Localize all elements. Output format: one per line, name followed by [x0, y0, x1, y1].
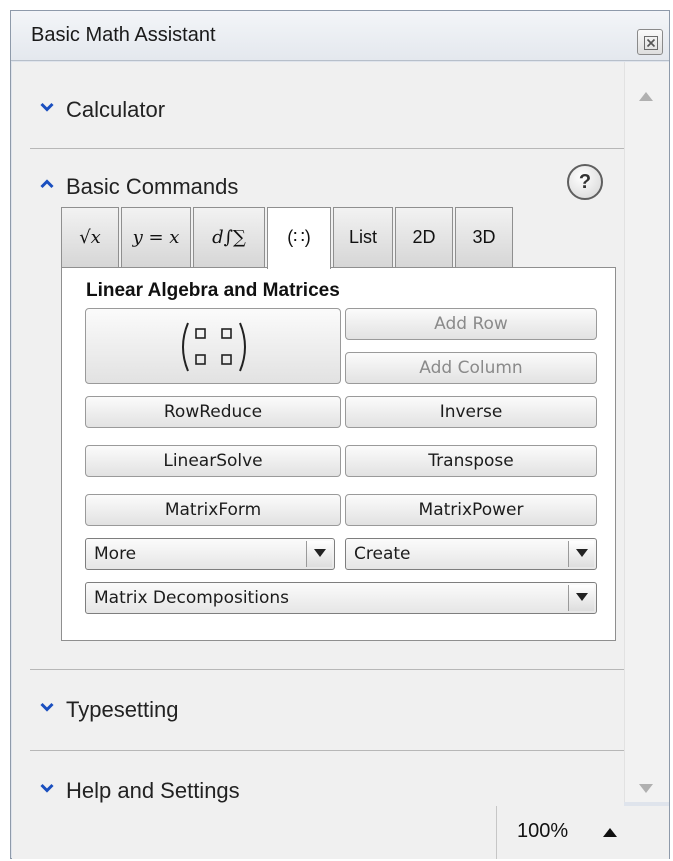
divider — [30, 148, 624, 149]
close-button[interactable] — [637, 29, 663, 55]
matrix-decompositions-arrow[interactable] — [568, 585, 594, 611]
zoom-menu-icon[interactable] — [603, 828, 617, 837]
tab-sqrt[interactable]: √x — [61, 207, 119, 267]
tab-matrices[interactable]: (∷) — [267, 207, 331, 269]
section-help-settings[interactable]: Help and Settings — [12, 770, 624, 810]
window-title: Basic Math Assistant — [31, 24, 216, 46]
triangle-down-icon — [576, 593, 588, 601]
triangle-down-icon — [576, 549, 588, 557]
matrix-form-button[interactable]: MatrixForm — [85, 494, 341, 526]
transpose-button[interactable]: Transpose — [345, 445, 597, 477]
more-dropdown-label: More — [94, 544, 137, 564]
chevron-down-icon — [40, 783, 54, 793]
create-dropdown[interactable]: Create — [345, 538, 597, 570]
add-row-button[interactable]: Add Row — [345, 308, 597, 340]
add-column-button[interactable]: Add Column — [345, 352, 597, 384]
more-dropdown-arrow[interactable] — [306, 541, 332, 567]
basic-math-assistant-window: Basic Math Assistant Calculator Basic Co… — [10, 10, 670, 859]
section-basic-commands-label: Basic Commands — [66, 174, 239, 199]
matrix-decompositions-dropdown[interactable]: Matrix Decompositions — [85, 582, 597, 614]
tab-3d[interactable]: 3D — [455, 207, 513, 267]
tab-equation[interactable]: y = x — [121, 207, 191, 267]
section-help-settings-label: Help and Settings — [66, 778, 240, 803]
section-basic-commands[interactable]: Basic Commands — [12, 166, 624, 206]
inverse-button[interactable]: Inverse — [345, 396, 597, 428]
zoom-level: 100% — [517, 820, 569, 842]
content-title: Linear Algebra and Matrices — [86, 280, 340, 301]
tab-calculus[interactable]: d∫∑ — [193, 207, 265, 267]
create-dropdown-arrow[interactable] — [568, 541, 594, 567]
chevron-down-icon — [40, 102, 54, 112]
vertical-scrollbar[interactable] — [624, 62, 669, 802]
divider — [30, 750, 624, 751]
linear-solve-button[interactable]: LinearSolve — [85, 445, 341, 477]
zoom-control[interactable]: 100% — [496, 806, 669, 859]
more-dropdown[interactable]: More — [85, 538, 335, 570]
divider — [30, 669, 624, 670]
scroll-up-icon[interactable] — [639, 92, 653, 101]
matrix-decompositions-label: Matrix Decompositions — [94, 588, 289, 608]
create-dropdown-label: Create — [354, 544, 411, 564]
matrices-tab-content: Linear Algebra and Matrices Add Row Add … — [61, 267, 616, 641]
row-reduce-button[interactable]: RowReduce — [85, 396, 341, 428]
section-typesetting-label: Typesetting — [66, 697, 179, 722]
matrix-power-button[interactable]: MatrixPower — [345, 494, 597, 526]
section-typesetting[interactable]: Typesetting — [12, 689, 624, 729]
tab-list[interactable]: List — [333, 207, 393, 267]
section-calculator-label: Calculator — [66, 97, 166, 122]
close-icon — [644, 36, 658, 50]
help-button[interactable]: ? — [567, 164, 603, 200]
triangle-down-icon — [314, 549, 326, 557]
matrix-template-button[interactable] — [85, 308, 341, 384]
chevron-up-icon — [40, 179, 54, 189]
tab-2d[interactable]: 2D — [395, 207, 453, 267]
title-bar: Basic Math Assistant — [11, 11, 669, 61]
matrix-icon — [182, 322, 246, 372]
scroll-down-icon[interactable] — [639, 784, 653, 793]
section-calculator[interactable]: Calculator — [12, 89, 624, 129]
chevron-down-icon — [40, 702, 54, 712]
palette-panel: Calculator Basic Commands ? √x y = x d∫∑… — [12, 62, 624, 859]
